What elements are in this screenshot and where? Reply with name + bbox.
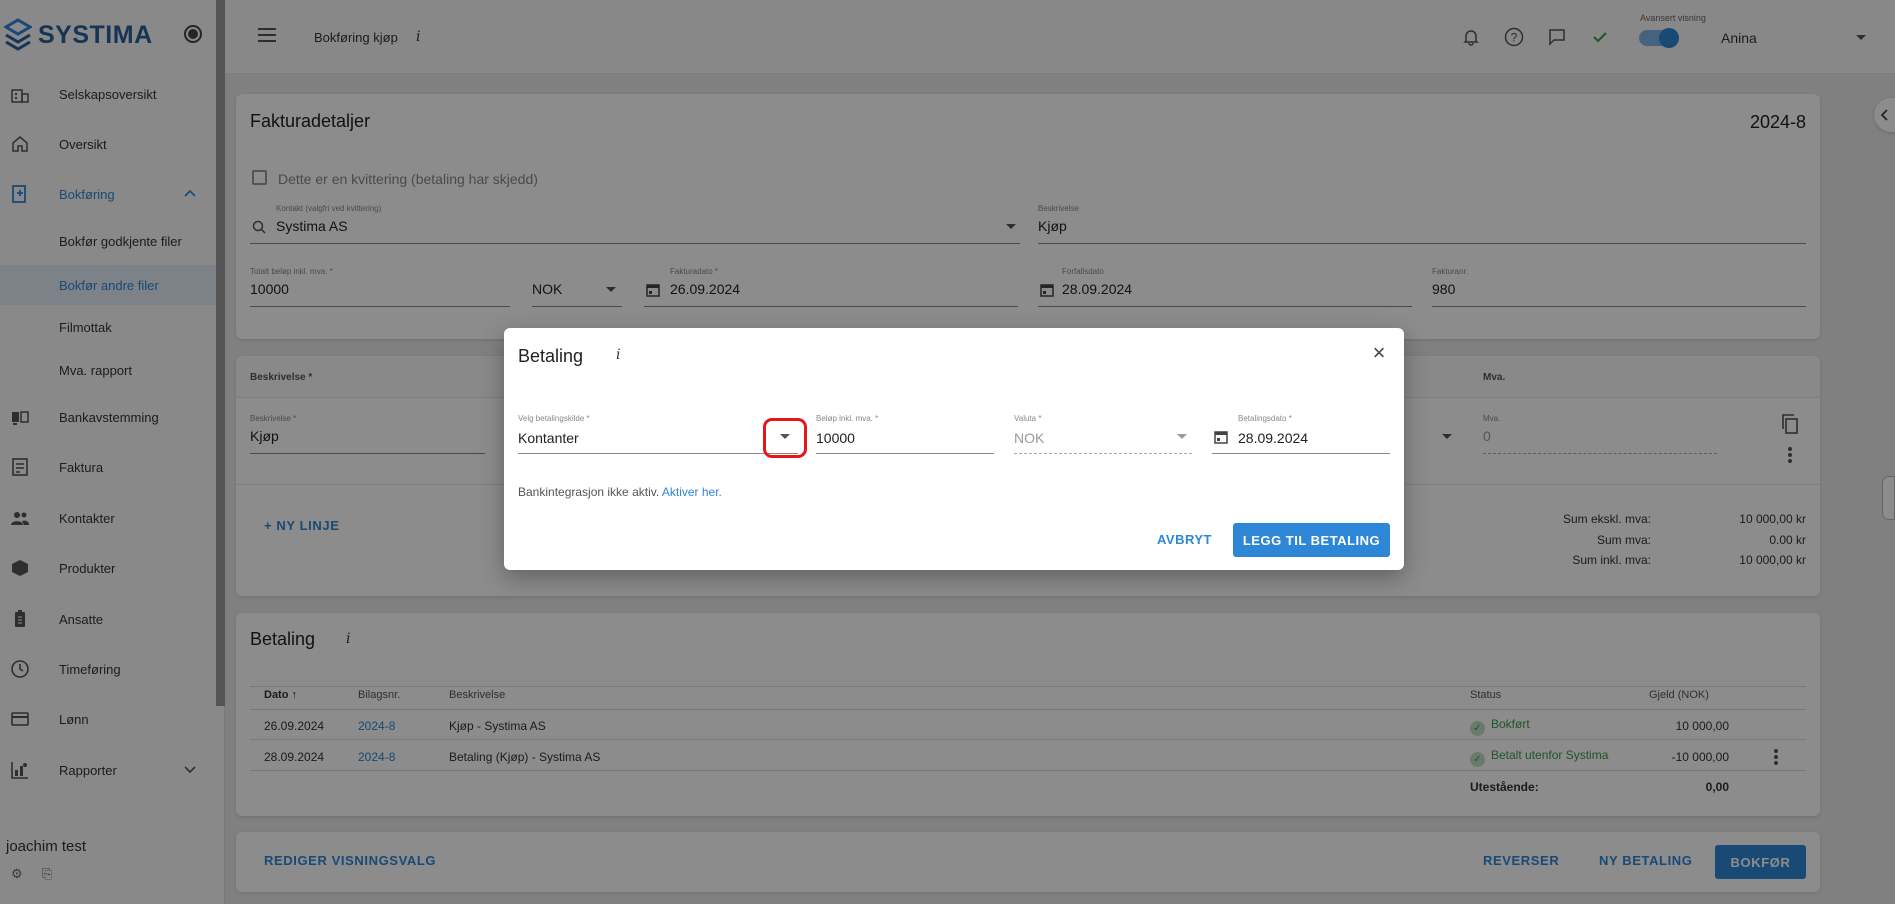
chevron-down-icon[interactable] (1177, 434, 1187, 439)
dialog-title: Betaling (518, 346, 584, 366)
cancel-button[interactable]: AVBRYT (1157, 532, 1212, 547)
close-icon[interactable]: × (1368, 342, 1390, 364)
activate-link[interactable]: Aktiver her. (662, 485, 722, 499)
payment-source-select[interactable]: Velg betalingskilde * Kontanter (518, 414, 798, 454)
payment-dialog: Betaling i × Velg betalingskilde * Konta… (504, 328, 1404, 570)
payment-date-field[interactable]: Betalingsdato * 28.09.2024 (1212, 414, 1390, 454)
field-label: Velg betalingskilde * (518, 414, 590, 423)
field-value: 28.09.2024 (1238, 430, 1309, 446)
field-label: Beløp inkl. mva. * (816, 414, 879, 423)
info-icon[interactable]: i (616, 347, 620, 363)
field-value: 10000 (816, 430, 855, 446)
field-value: Kontanter (518, 430, 579, 446)
field-value: NOK (1014, 430, 1045, 446)
field-label: Valuta * (1014, 414, 1042, 423)
add-payment-button[interactable]: LEGG TIL BETALING (1233, 523, 1390, 557)
field-label: Betalingsdato * (1238, 414, 1292, 423)
bank-integration-text: Bankintegrasjon ikke aktiv. Aktiver her. (518, 485, 722, 499)
calendar-icon[interactable] (1214, 430, 1228, 444)
highlight-box (763, 418, 807, 458)
currency-select[interactable]: Valuta * NOK (1014, 414, 1192, 454)
amount-field[interactable]: Beløp inkl. mva. * 10000 (816, 414, 994, 454)
